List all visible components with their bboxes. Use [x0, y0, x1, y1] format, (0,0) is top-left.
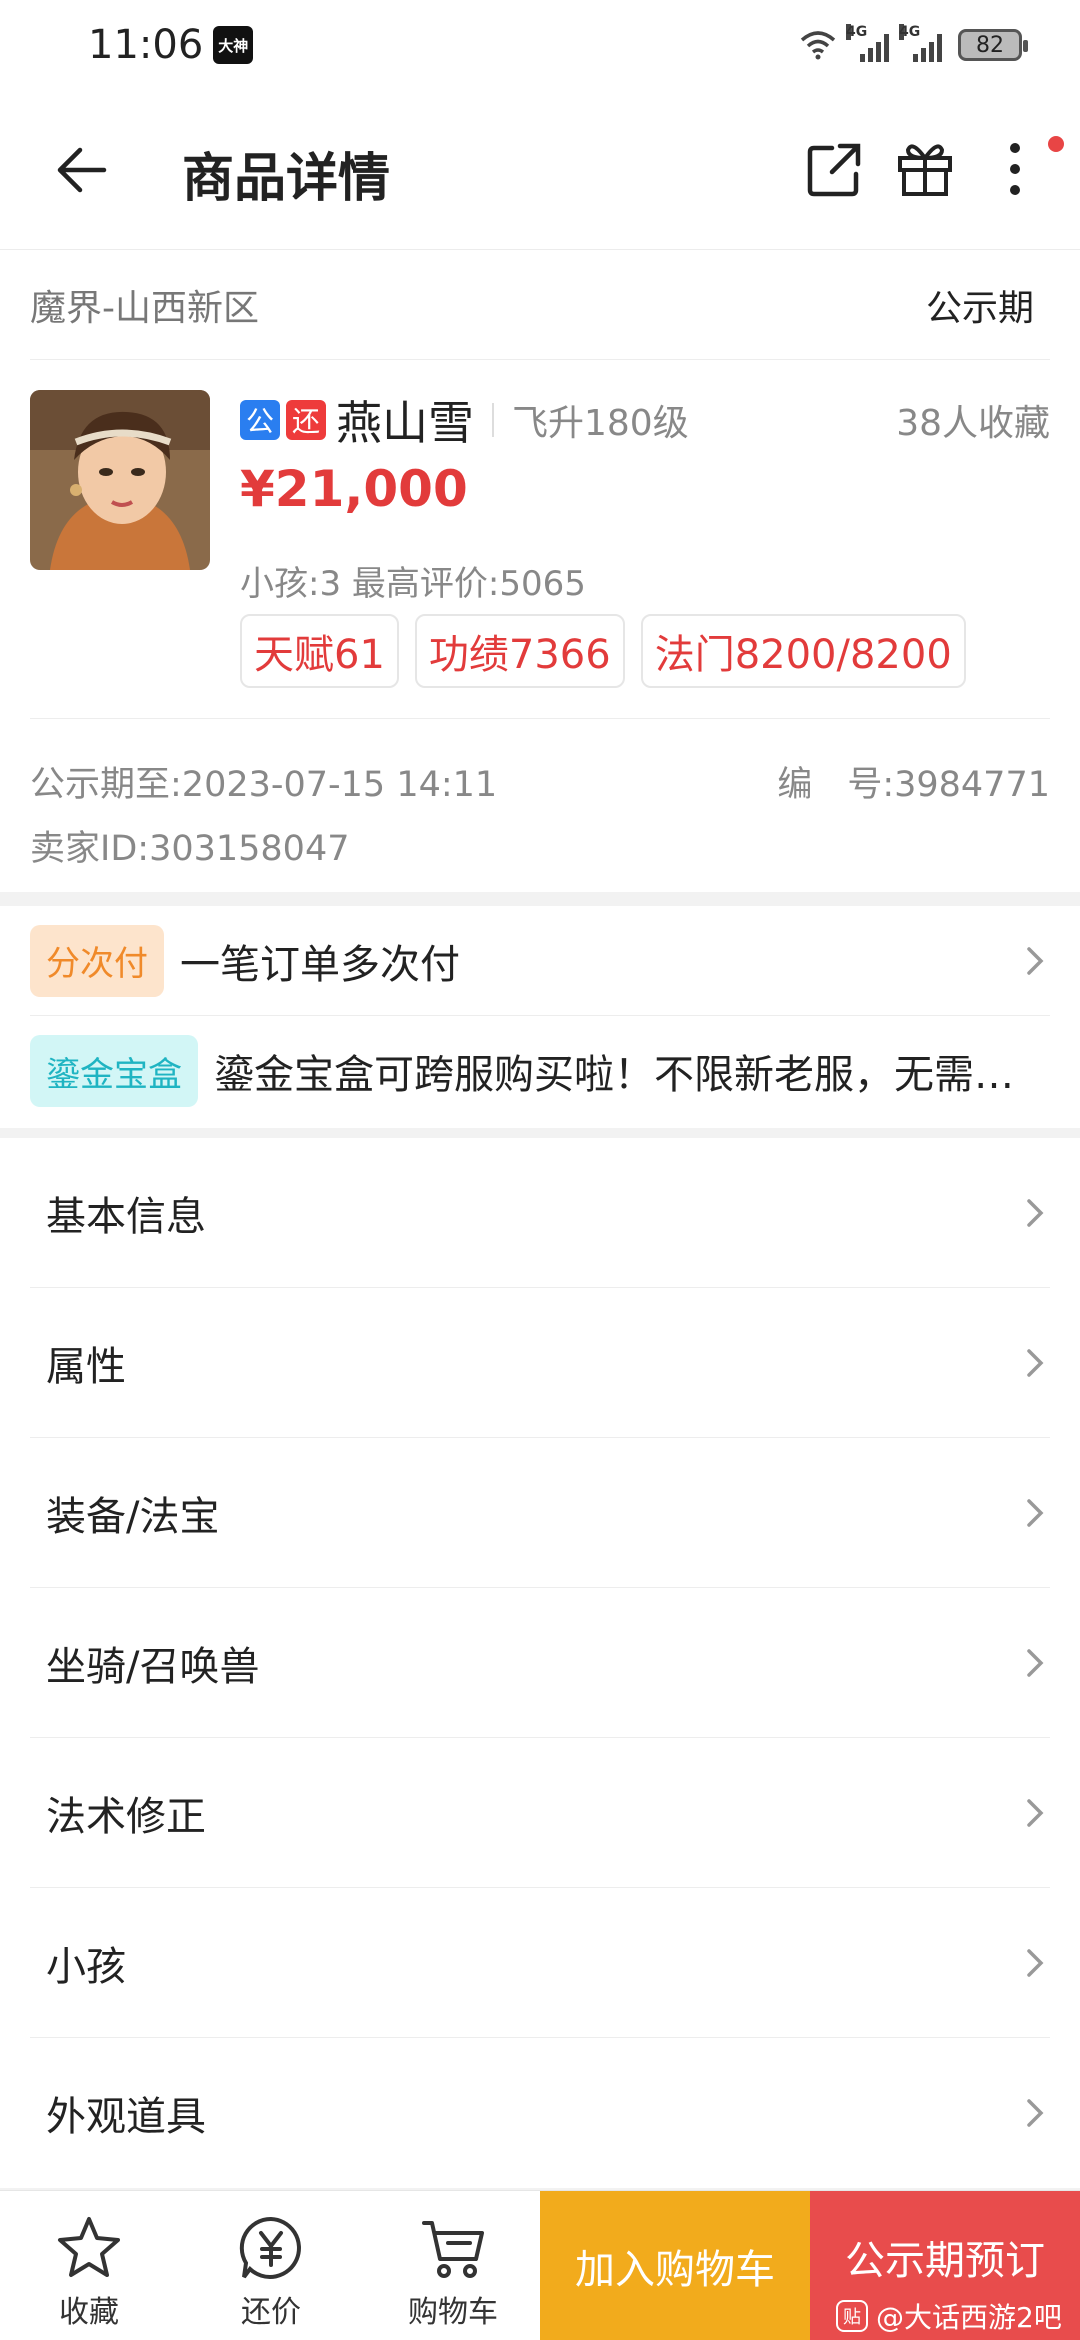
info-row: 公示期至:2023-07-15 14:11 编 号:3984771: [30, 756, 1050, 807]
return-tag: 还: [286, 400, 326, 440]
chevron-right-icon: [1027, 946, 1044, 975]
server-name: 魔界-山西新区: [30, 287, 259, 329]
app-notification-icon: 大神: [213, 26, 254, 64]
signal-icon-2: 4G: [899, 24, 942, 62]
notification-dot: [1048, 136, 1064, 152]
add-to-cart-button[interactable]: 加入购物车: [540, 2191, 810, 2340]
price: ¥21,000: [240, 460, 468, 518]
menu-label: 装备/法宝: [46, 1493, 220, 1540]
detail-menu: 基本信息 属性 装备/法宝 坐骑/召唤兽 法术修正 小孩 外观道具: [0, 1138, 1080, 2188]
spell-chip: 法门8200/8200: [640, 614, 966, 688]
menu-label: 坐骑/召唤兽: [46, 1643, 260, 1690]
item-number: 编 号:3984771: [777, 765, 1050, 805]
chevron-right-icon: [1027, 1198, 1044, 1227]
back-arrow-icon[interactable]: [52, 135, 112, 205]
page-title: 商品详情: [182, 149, 391, 209]
character-avatar[interactable]: [30, 390, 210, 570]
installment-promo[interactable]: 分次付 一笔订单多次付: [30, 906, 1050, 1016]
watermark: 贴 @大话西游2吧: [836, 2296, 1062, 2336]
menu-spell-correction[interactable]: 法术修正: [30, 1738, 1050, 1888]
menu-label: 小孩: [46, 1943, 126, 1990]
favorites-count: 38人收藏: [896, 403, 1050, 444]
more-icon[interactable]: [990, 134, 1040, 204]
chevron-right-icon: [1027, 1498, 1044, 1527]
item-meta: 小孩:3 最高评价:5065: [240, 564, 586, 604]
share-icon[interactable]: [800, 134, 870, 204]
menu-label: 属性: [46, 1343, 126, 1390]
menu-label: 法术修正: [46, 1793, 206, 1840]
installment-text: 一笔订单多次付: [180, 941, 460, 988]
gift-icon[interactable]: [890, 134, 960, 204]
divider: [30, 718, 1050, 719]
tieba-logo-icon: 贴: [836, 2300, 868, 2332]
watermark-text: @大话西游2吧: [876, 2301, 1062, 2334]
favorite-button[interactable]: 收藏: [14, 2191, 164, 2340]
yuan-icon: [239, 2216, 301, 2279]
chevron-right-icon: [1027, 1948, 1044, 1977]
character-line: 公 还 燕山雪 飞升180级 38人收藏: [240, 390, 1050, 450]
menu-basic-info[interactable]: 基本信息: [30, 1138, 1050, 1288]
menu-equipment[interactable]: 装备/法宝: [30, 1438, 1050, 1588]
attribute-chips: 天赋61 功绩7366 法门8200/8200: [240, 614, 966, 688]
header: 商品详情: [0, 90, 1080, 250]
talent-chip: 天赋61: [240, 614, 399, 688]
public-until: 公示期至:2023-07-15 14:11: [30, 765, 498, 805]
star-icon: [58, 2217, 120, 2277]
menu-appearance[interactable]: 外观道具: [30, 2038, 1050, 2188]
chevron-right-icon: [1027, 1798, 1044, 1827]
item-card: 魔界-山西新区 公示期 公 还 燕山雪 飞升180级 38人收藏 ¥21,000…: [0, 250, 1080, 892]
divider: [492, 403, 494, 437]
signal-icon: 4G: [846, 24, 889, 62]
status-time: 11:06: [88, 22, 204, 68]
cart-icon: [422, 2221, 484, 2278]
gold-box-badge: 鎏金宝盒: [30, 1035, 198, 1107]
menu-label: 外观道具: [46, 2094, 206, 2140]
menu-attributes[interactable]: 属性: [30, 1288, 1050, 1438]
menu-label: 基本信息: [46, 1193, 206, 1240]
seller-row: 卖家ID:303158047: [30, 820, 1050, 871]
battery-icon: 82: [958, 29, 1028, 61]
gold-box-text: 鎏金宝盒可跨服购买啦！不限新老服，无需…: [214, 1052, 1014, 1098]
status-bar: 11:06 大神 4G 4G 82: [0, 0, 1080, 90]
menu-children[interactable]: 小孩: [30, 1888, 1050, 2038]
bargain-button[interactable]: 还价: [196, 2191, 346, 2340]
seller-id: 卖家ID:303158047: [30, 829, 350, 869]
public-tag: 公: [240, 400, 280, 440]
gold-box-promo[interactable]: 鎏金宝盒 鎏金宝盒可跨服购买啦！不限新老服，无需…: [30, 1016, 1050, 1126]
wifi-icon: [800, 31, 836, 60]
promotions: 分次付 一笔订单多次付 鎏金宝盒 鎏金宝盒可跨服购买啦！不限新老服，无需…: [0, 906, 1080, 1128]
chevron-right-icon: [1027, 2099, 1044, 2127]
server-row: 魔界-山西新区 公示期: [30, 250, 1050, 360]
cart-button[interactable]: 购物车: [378, 2191, 528, 2340]
character-name: 燕山雪: [336, 396, 474, 450]
chevron-right-icon: [1027, 1648, 1044, 1677]
phase-label: 公示期: [925, 287, 1034, 329]
character-level: 飞升180级: [512, 403, 689, 444]
menu-mounts-pets[interactable]: 坐骑/召唤兽: [30, 1588, 1050, 1738]
installment-badge: 分次付: [30, 924, 164, 997]
merit-chip: 功绩7366: [414, 614, 625, 688]
chevron-right-icon: [1027, 1348, 1044, 1377]
